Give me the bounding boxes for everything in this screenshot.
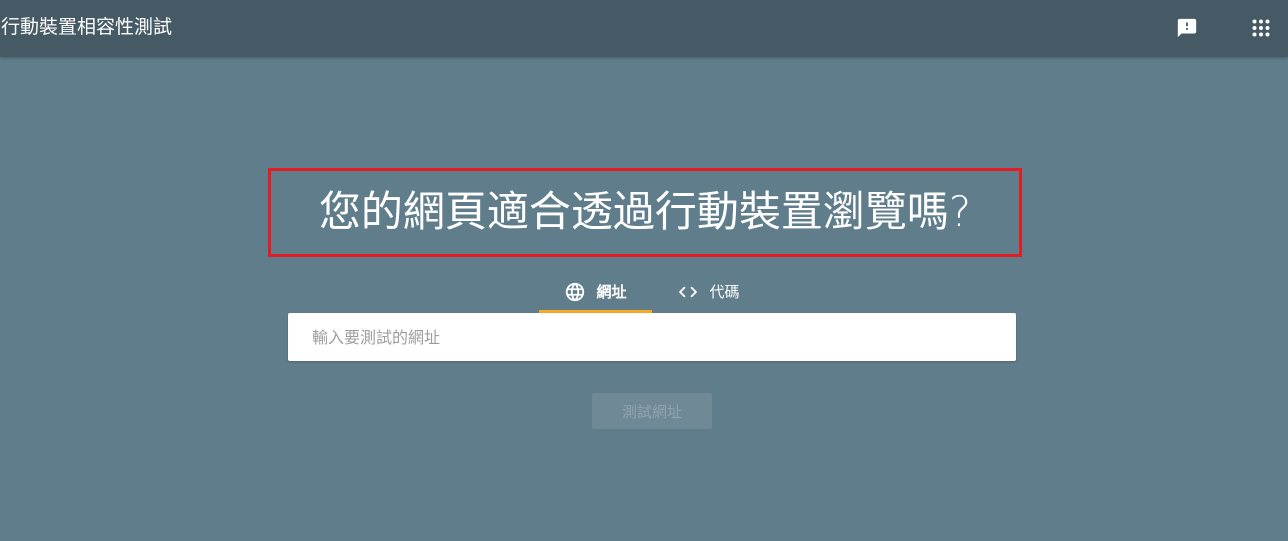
app-title: 行動裝置相容性測試 xyxy=(1,16,173,38)
headline-highlight-box: 您的網頁適合透過行動裝置瀏覽嗎? xyxy=(268,168,1022,257)
globe-icon xyxy=(564,281,586,303)
code-icon xyxy=(677,281,699,303)
tab-code[interactable]: 代碼 xyxy=(652,270,765,313)
tab-code-label: 代碼 xyxy=(709,283,740,301)
test-url-button[interactable]: 測試網址 xyxy=(592,393,712,429)
top-app-bar: 行動裝置相容性測試 xyxy=(0,0,1288,57)
url-input[interactable] xyxy=(288,313,1016,361)
feedback-button[interactable] xyxy=(1171,12,1203,44)
page-headline: 您的網頁適合透過行動裝置瀏覽嗎? xyxy=(318,187,972,236)
tab-url-label: 網址 xyxy=(596,283,627,301)
apps-button[interactable] xyxy=(1245,12,1277,44)
feedback-icon xyxy=(1177,18,1197,38)
tab-url[interactable]: 網址 xyxy=(539,270,652,313)
apps-grid-icon xyxy=(1252,19,1270,37)
